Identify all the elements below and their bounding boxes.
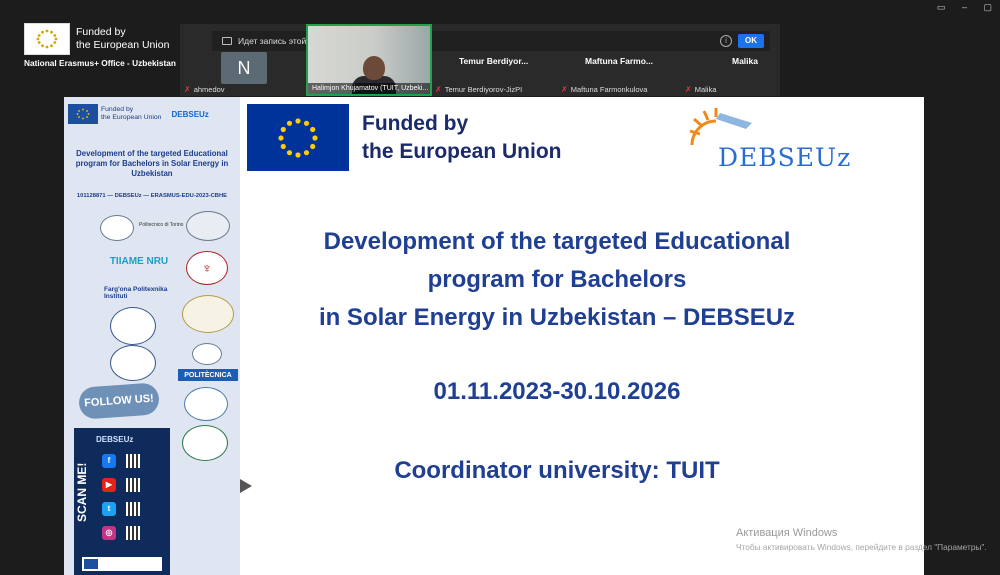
slide-headline: Development of the targeted Educational … xyxy=(247,223,867,337)
fergana-polytechnic-logo: Farg'ona Politexnika Instituti xyxy=(104,286,168,300)
info-icon[interactable]: i xyxy=(720,35,732,47)
evora-emblem-icon: ♆ xyxy=(201,260,213,276)
qr-code-icon xyxy=(126,477,140,492)
eu-funded-badge: Funded by the European Union xyxy=(24,22,174,56)
politecnica-logo: POLITÈCNICA xyxy=(178,369,238,381)
ok-button[interactable]: OK xyxy=(738,34,764,48)
qr-code-icon xyxy=(126,501,140,516)
partner-seal-icon xyxy=(186,211,230,241)
windows-activation-title: Активация Windows xyxy=(736,527,838,539)
evora-logo: ♆ xyxy=(186,251,228,285)
mini-debseuz-logo: DEBSEUz xyxy=(171,109,209,119)
partner-seal-icon xyxy=(110,345,156,381)
qr-code-icon xyxy=(126,525,140,540)
participant-label: ✗ ahmedov xyxy=(184,85,225,94)
participant-avatar[interactable]: N xyxy=(221,52,267,84)
speaker-head xyxy=(363,56,385,80)
sidebar-project-title: Development of the targeted Educational … xyxy=(75,149,229,178)
partner-seal-icon xyxy=(182,425,228,461)
qr-code-icon xyxy=(126,453,140,468)
headline-line-2: program for Bachelors xyxy=(427,266,687,293)
scan-me-text: SCAN ME! xyxy=(75,462,89,522)
partner-seal-icon xyxy=(182,295,234,333)
participant-label: ✗ Maftuna Farmonkulova xyxy=(561,85,647,94)
mic-muted-icon: ✗ xyxy=(561,85,568,94)
maximize-icon[interactable]: ▢ xyxy=(983,2,992,12)
project-code: 101128871 — DEBSEUz — ERASMUS-EDU-2023-C… xyxy=(76,193,228,199)
debseuz-wordmark: DEBSEUz xyxy=(718,143,852,172)
solar-sun-icon xyxy=(689,108,752,146)
headline-line-1: Development of the targeted Educational xyxy=(323,228,791,255)
slide-sidebar: Funded by the European Union DEBSEUz Dev… xyxy=(64,97,240,575)
youtube-icon: ▶ xyxy=(102,477,116,492)
partner-name: Politecnico di Torino xyxy=(139,222,184,228)
participant-label-text: Malika xyxy=(694,85,717,94)
follow-us-badge: FOLLOW US! xyxy=(77,382,161,420)
participant-label: ✗ Temur Berdiyorov-JizPI xyxy=(435,85,522,94)
twitter-icon: t xyxy=(102,501,116,516)
mic-muted-icon: ✗ xyxy=(685,85,692,94)
youtube-link[interactable]: ▶ xyxy=(102,476,158,493)
funded-line-2: the European Union xyxy=(76,39,170,51)
tiiame-logo: TIIAME NRU xyxy=(109,255,169,267)
participant-label-text: Maftuna Farmonkulova xyxy=(570,85,648,94)
minimize-icon[interactable]: – xyxy=(962,2,967,12)
debseuz-logo: DEBSEUz xyxy=(682,103,892,173)
funded-by-eu-text: Funded by the European Union xyxy=(362,110,562,166)
project-dates: 01.11.2023-30.10.2026 xyxy=(433,378,681,405)
participant-name[interactable]: Maftuna Farmo... xyxy=(585,56,653,66)
instagram-link[interactable]: ◎ xyxy=(102,524,158,541)
eu-funded-text: Funded by the European Union xyxy=(76,26,169,52)
recording-icon xyxy=(222,37,232,45)
shared-slide: Funded by the European Union DEBSEUz Dev… xyxy=(64,97,924,575)
national-office-label: National Erasmus+ Office - Uzbekistan xyxy=(24,58,176,68)
mic-muted-icon: ✗ xyxy=(435,85,442,94)
participant-label-text: ahmedov xyxy=(193,85,225,94)
window-controls: ▭ – ▢ xyxy=(923,2,992,13)
twitter-link[interactable]: t xyxy=(102,500,158,517)
scan-me-panel: DEBSEUz SCAN ME! f ▶ t ◎ xyxy=(74,428,170,575)
screen: Funded by the European Union National Er… xyxy=(0,0,1000,575)
windows-activation-hint: Чтобы активировать Windows, перейдите в … xyxy=(736,542,987,552)
coordinator-text: Coordinator university: TUIT xyxy=(394,457,720,484)
eu-flag-icon xyxy=(24,23,70,55)
mini-funded-text: Funded by the European Union xyxy=(101,106,162,121)
funded-line-2: the European Union xyxy=(362,140,562,163)
eu-flag-icon xyxy=(247,104,349,171)
partner-seal-icon xyxy=(184,387,228,421)
sidebar-logos: Funded by the European Union DEBSEUz xyxy=(68,104,209,124)
funded-line-1: Funded by xyxy=(76,26,126,38)
participant-name[interactable]: Malika xyxy=(732,56,758,66)
participant-label: ✗ Malika xyxy=(685,85,716,94)
partner-seal-icon xyxy=(110,307,156,345)
facebook-icon: f xyxy=(102,453,116,468)
participant-name[interactable]: Temur Berdiyor... xyxy=(459,56,528,66)
mic-muted-icon: ✗ xyxy=(184,85,191,94)
partner-seal-icon xyxy=(192,343,222,365)
recording-notice-bar: Идет запись этой конференции i OK xyxy=(212,31,770,51)
facebook-link[interactable]: f xyxy=(102,452,158,469)
eu-flag-icon xyxy=(84,559,98,569)
headline-line-3: in Solar Energy in Uzbekistan – DEBSEUz xyxy=(318,304,796,331)
funded-line-1: Funded by xyxy=(362,112,469,135)
screen-share-icon[interactable]: ▭ xyxy=(937,2,946,12)
eu-flag-icon xyxy=(68,104,98,124)
scan-footer xyxy=(82,557,162,571)
instagram-icon: ◎ xyxy=(102,525,116,540)
speaker-name-label: Halimjon Khujamatov (TUIT, Uzbeki... xyxy=(308,83,430,94)
participant-label-text: Temur Berdiyorov-JizPI xyxy=(444,85,523,94)
politecnico-torino-logo: Politecnico di Torino xyxy=(100,215,183,241)
active-speaker-video[interactable]: Halimjon Khujamatov (TUIT, Uzbeki... xyxy=(306,24,432,96)
scan-debseuz-logo: DEBSEUz xyxy=(96,435,134,444)
